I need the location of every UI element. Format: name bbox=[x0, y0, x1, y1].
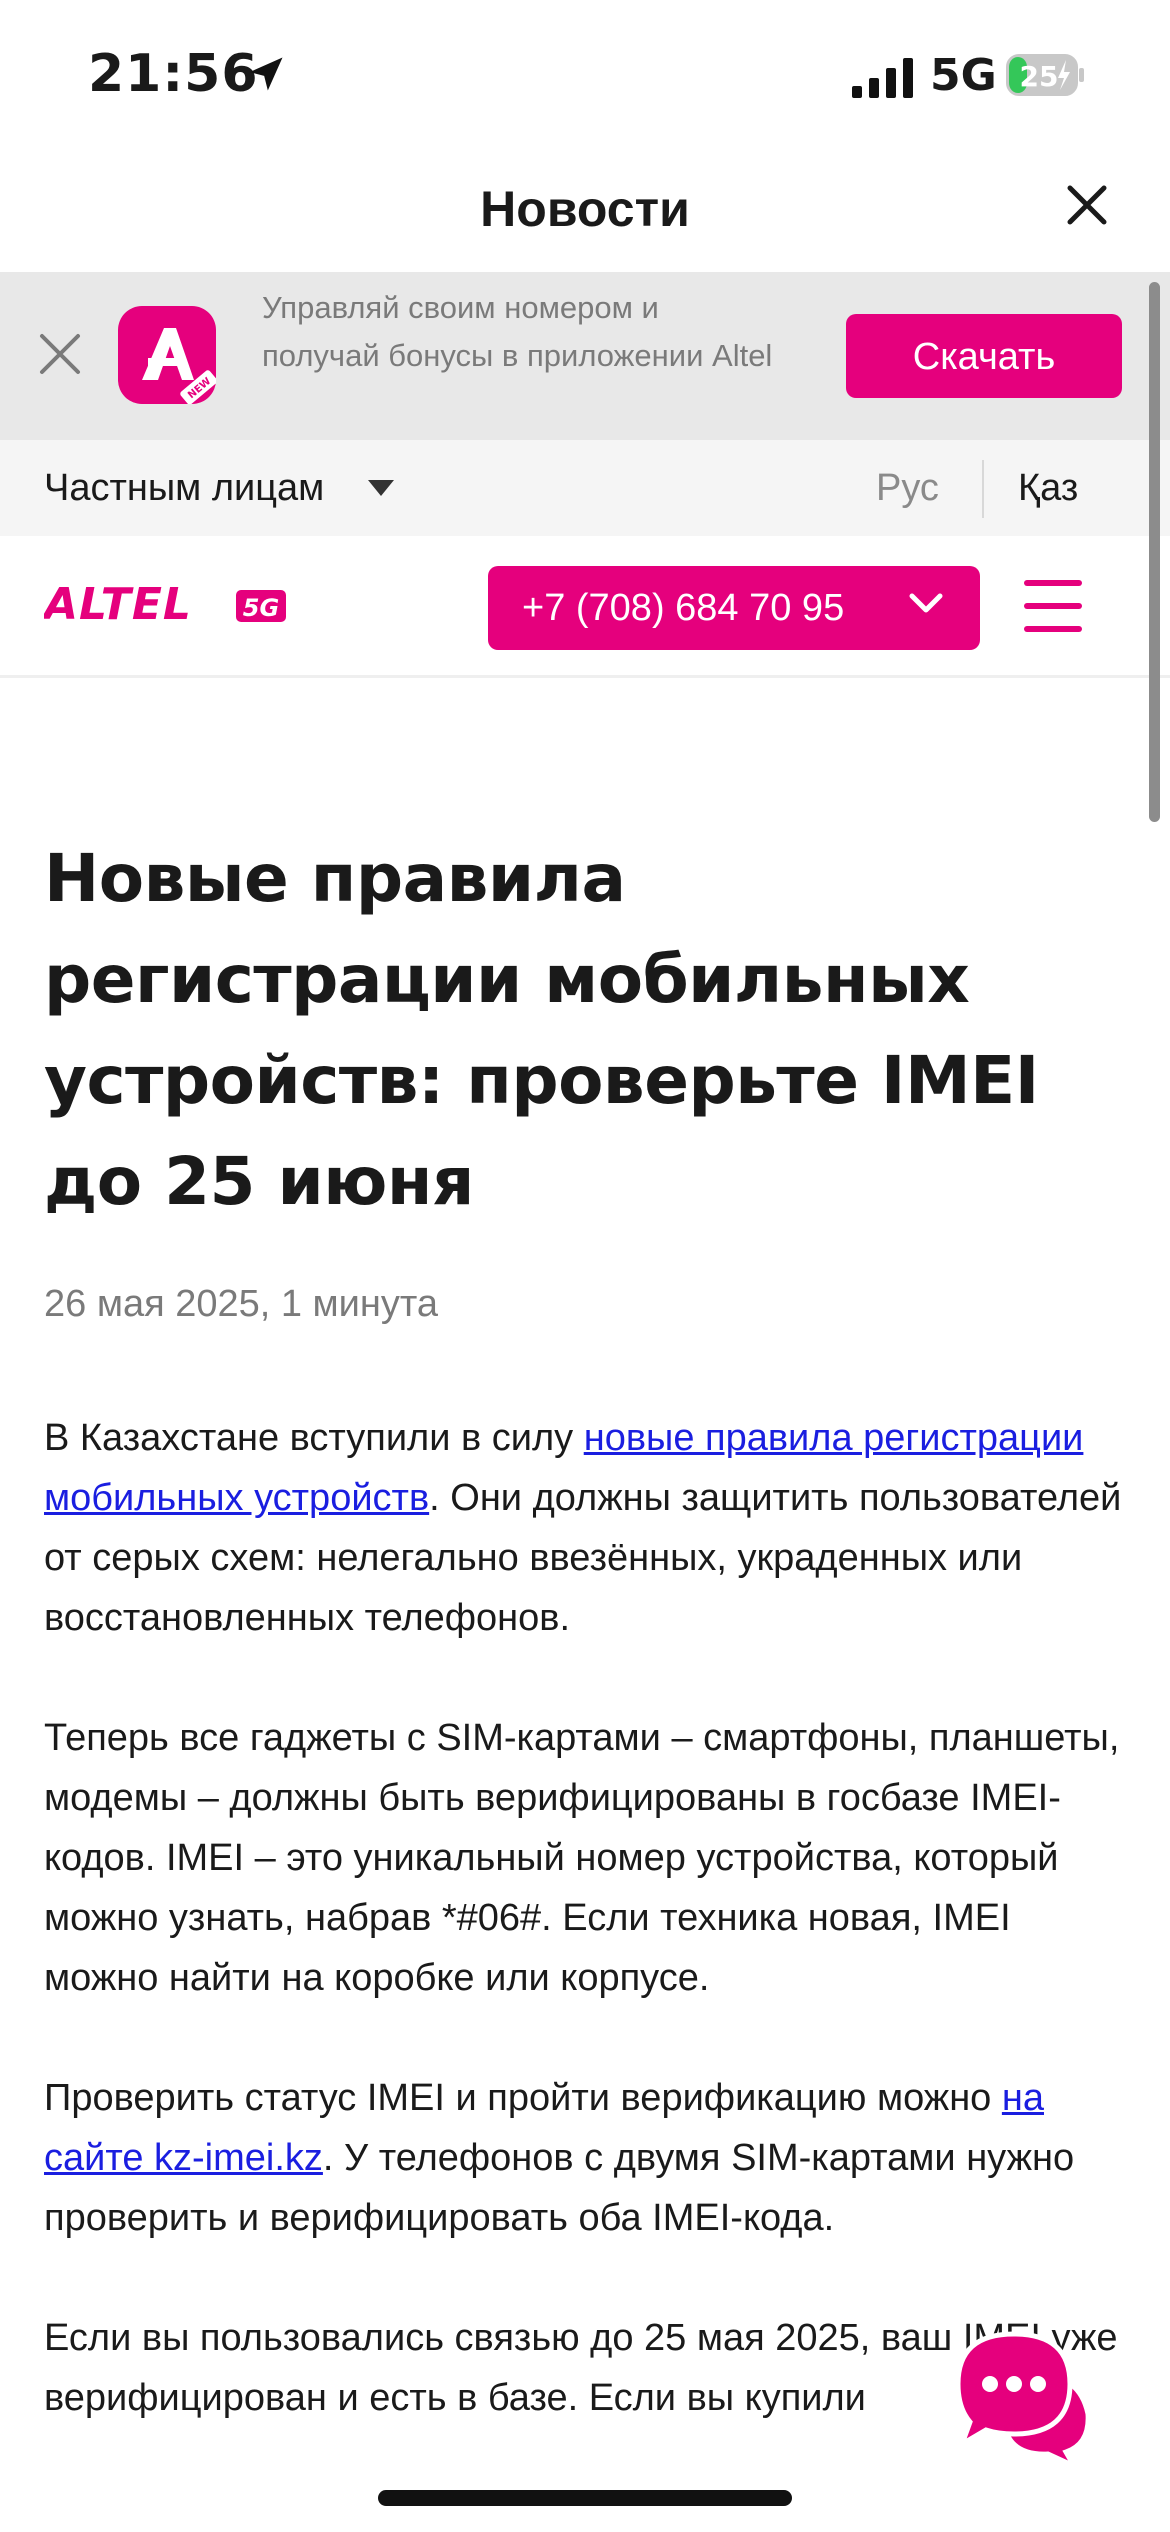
article-paragraph: Проверить статус IMEI и пройти верификац… bbox=[44, 2068, 1134, 2248]
paragraph-text: В Казахстане вступили в силу bbox=[44, 1417, 584, 1459]
scrollbar[interactable] bbox=[1149, 282, 1160, 822]
battery-level: 25 bbox=[1020, 60, 1059, 93]
article-paragraph: В Казахстане вступили в силу новые прави… bbox=[44, 1408, 1134, 1648]
altel-5g-logo[interactable]: ALTEL 5G bbox=[44, 584, 288, 624]
article-paragraph: Теперь все гаджеты с SIM-картами – смарт… bbox=[44, 1717, 1120, 1999]
phone-number-selector[interactable]: +7 (708) 684 70 95 bbox=[488, 566, 980, 650]
chevron-down-icon bbox=[909, 593, 943, 613]
network-type: 5G bbox=[930, 50, 997, 101]
brand-badge: 5G bbox=[243, 594, 279, 622]
segment-bar: Частным лицам bbox=[0, 440, 1170, 536]
banner-close-icon[interactable] bbox=[36, 330, 84, 378]
sheet-header: Новости bbox=[0, 150, 1170, 272]
banner-text: Управляй своим номером и получай бонусы … bbox=[262, 290, 773, 373]
sheet-title: Новости bbox=[480, 181, 690, 237]
altel-app-logo: NEW bbox=[118, 306, 216, 404]
brand-name: ALTEL bbox=[44, 584, 192, 624]
location-arrow-icon bbox=[249, 57, 283, 91]
phone-number: +7 (708) 684 70 95 bbox=[522, 587, 845, 629]
status-time: 21:56 bbox=[88, 44, 259, 104]
lang-kz-link[interactable]: Қаз bbox=[1018, 462, 1078, 514]
battery-icon: 25 bbox=[1006, 54, 1084, 96]
article-meta: 26 мая 2025, 1 минута bbox=[44, 1283, 439, 1325]
download-app-button[interactable]: Скачать bbox=[846, 314, 1122, 398]
chat-bubble-icon[interactable] bbox=[948, 2326, 1098, 2466]
paragraph-text: Проверить статус IMEI и пройти верификац… bbox=[44, 2077, 1002, 2119]
article-title: Новые правила регистрации мобильных устр… bbox=[44, 840, 1039, 1220]
lang-divider bbox=[982, 460, 984, 518]
caret-down-icon[interactable] bbox=[366, 478, 396, 498]
status-bar: 21:56 5G 25 bbox=[0, 0, 1170, 150]
segment-selector[interactable]: Частным лицам bbox=[44, 462, 324, 514]
close-icon[interactable] bbox=[1062, 180, 1112, 230]
hamburger-menu-icon[interactable] bbox=[1024, 578, 1082, 634]
lang-ru-link[interactable]: Рус bbox=[876, 462, 939, 514]
home-indicator[interactable] bbox=[378, 2490, 792, 2506]
cellular-signal-icon bbox=[852, 58, 913, 98]
